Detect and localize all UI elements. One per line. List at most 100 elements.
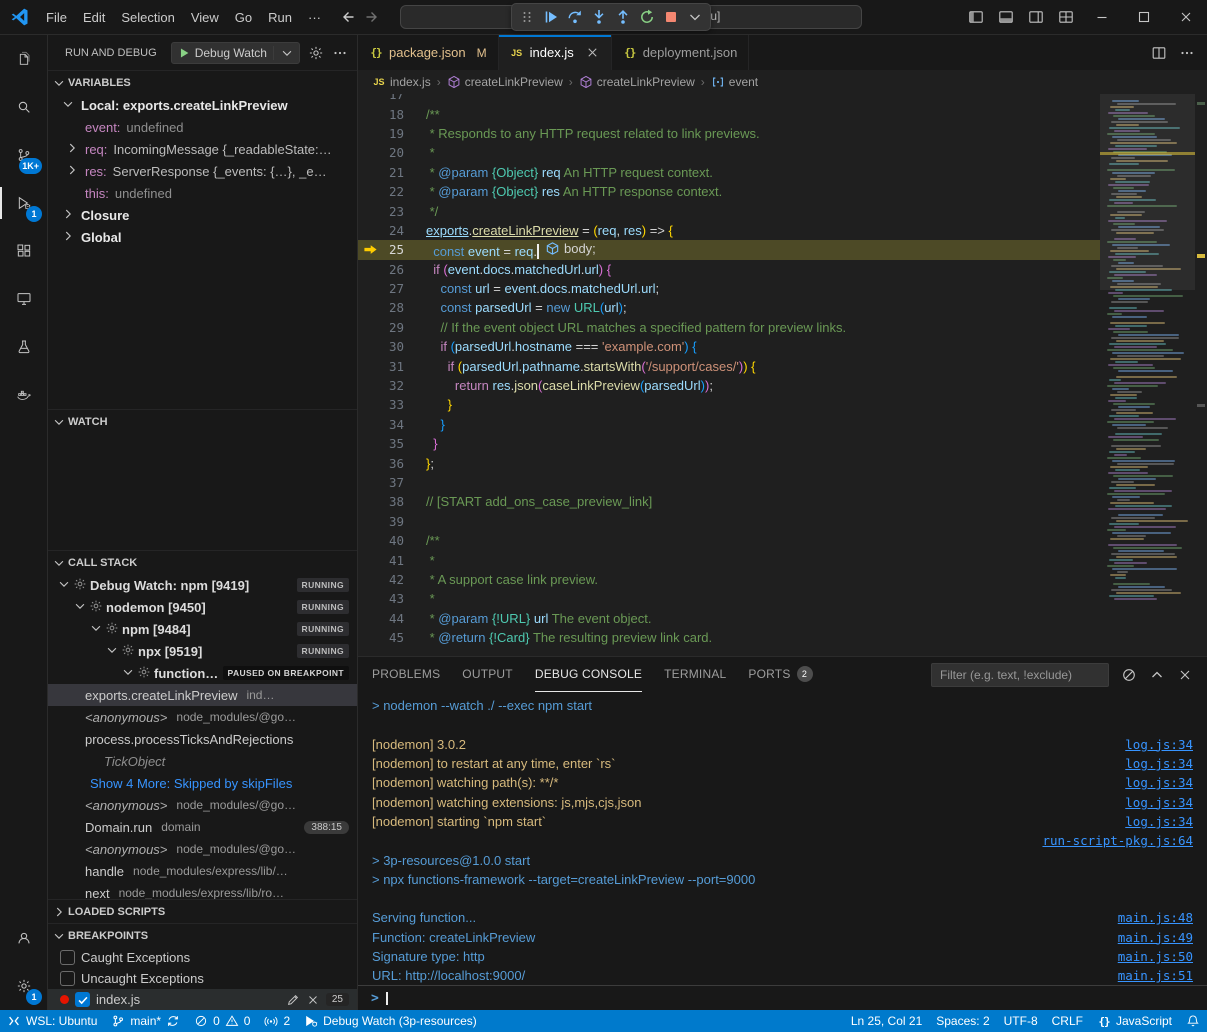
source-link[interactable]: log.js:34 [1125, 814, 1193, 829]
toggle-secondary-sidebar-icon[interactable] [1028, 9, 1044, 25]
twistie-icon[interactable] [105, 643, 119, 657]
console-row[interactable]: > nodemon --watch ./ --exec npm start [358, 696, 1207, 715]
twistie-icon[interactable] [61, 97, 75, 111]
code-line-43[interactable]: 43 * [358, 589, 1100, 608]
code-line-27[interactable]: 27 const url = event.docs.matchedUrl.url… [358, 279, 1100, 298]
forward-icon[interactable] [365, 9, 381, 25]
twistie-icon[interactable] [121, 665, 135, 679]
code-line-29[interactable]: 29 // If the event object URL matches a … [358, 318, 1100, 337]
code-line-19[interactable]: 19 * Responds to any HTTP request relate… [358, 124, 1100, 143]
twistie-icon[interactable] [65, 163, 79, 177]
section-header-call-stack[interactable]: CALL STACK [48, 550, 357, 574]
menu-item-edit[interactable]: Edit [75, 7, 113, 28]
status-indentation[interactable]: Spaces: 2 [929, 1010, 996, 1032]
code-line-34[interactable]: 34 } [358, 415, 1100, 434]
call-stack-frame[interactable]: Show 4 More: Skipped by skipFiles [48, 772, 357, 794]
remove-breakpoint-icon[interactable] [306, 993, 320, 1007]
call-stack-frame[interactable]: <anonymous>node_modules/@go… [48, 838, 357, 860]
twistie-icon[interactable] [57, 577, 71, 591]
code-line-37[interactable]: 37 [358, 473, 1100, 492]
status-debug-session[interactable]: Debug Watch (3p-resources) [297, 1010, 484, 1032]
skipped-frames-link[interactable]: Show 4 More: Skipped by skipFiles [90, 776, 292, 791]
panel-tab-ports[interactable]: PORTS2 [748, 657, 812, 692]
menu-item-run[interactable]: Run [260, 7, 300, 28]
activity-explorer[interactable] [0, 35, 47, 83]
console-row[interactable]: > npx functions-framework --target=creat… [358, 870, 1207, 889]
variable-row[interactable]: this:undefined [48, 182, 357, 204]
debug-stepOut-icon[interactable] [611, 6, 635, 28]
code-line-26[interactable]: 26 if (event.docs.matchedUrl.url) { [358, 260, 1100, 279]
code-line-21[interactable]: 21 * @param {Object} req An HTTP request… [358, 163, 1100, 182]
variable-row[interactable]: req:IncomingMessage {_readableState:… [48, 138, 357, 160]
breadcrumb-item[interactable]: createLinkPreview [447, 75, 563, 89]
console-row[interactable]: [nodemon] 3.0.2log.js:34 [358, 735, 1207, 754]
twistie-icon[interactable] [65, 141, 79, 155]
code-line-31[interactable]: 31 if (parsedUrl.pathname.startsWith('/s… [358, 356, 1100, 375]
debug-continue-icon[interactable] [539, 6, 563, 28]
breakpoint-row[interactable]: index.js25 [48, 989, 357, 1010]
call-stack-frame[interactable]: nextnode_modules/express/lib/ro… [48, 882, 357, 899]
source-link[interactable]: main.js:49 [1118, 930, 1193, 945]
code-line-44[interactable]: 44 * @param {!URL} url The event object. [358, 609, 1100, 628]
section-header-loaded-scripts[interactable]: LOADED SCRIPTS [48, 899, 357, 923]
status-eol[interactable]: CRLF [1045, 1010, 1090, 1032]
call-stack-session[interactable]: nodemon [9450]RUNNING [48, 596, 357, 618]
source-link[interactable]: main.js:50 [1118, 949, 1193, 964]
source-link[interactable]: main.js:51 [1118, 968, 1193, 983]
breakpoint-row[interactable]: Uncaught Exceptions [48, 968, 357, 989]
tab-deployment.json[interactable]: {}deployment.json [612, 35, 750, 70]
code-line-33[interactable]: 33 } [358, 395, 1100, 414]
status-notifications[interactable] [1179, 1010, 1207, 1032]
console-row[interactable]: Signature type: httpmain.js:50 [358, 947, 1207, 966]
breadcrumb-item[interactable]: event [711, 75, 758, 89]
source-link[interactable]: log.js:34 [1125, 795, 1193, 810]
status-encoding[interactable]: UTF-8 [997, 1010, 1045, 1032]
editor-more-icon[interactable] [1179, 45, 1195, 61]
toggle-sidebar-icon[interactable] [968, 9, 984, 25]
panel-tab-debug-console[interactable]: DEBUG CONSOLE [535, 657, 642, 692]
activity-remote-explorer[interactable] [0, 275, 47, 323]
customize-layout-icon[interactable] [1058, 9, 1074, 25]
breakpoint-row[interactable]: Caught Exceptions [48, 947, 357, 968]
source-link[interactable]: run-script-pkg.js:64 [1042, 833, 1193, 848]
call-stack-frame[interactable]: process.processTicksAndRejections [48, 728, 357, 750]
status-language-mode[interactable]: {}JavaScript [1090, 1010, 1179, 1032]
variable-row[interactable]: Local: exports.createLinkPreview [48, 94, 357, 116]
code-line-36[interactable]: 36}; [358, 453, 1100, 472]
breakpoint-checkbox[interactable] [60, 971, 75, 986]
console-row[interactable]: [nodemon] to restart at any time, enter … [358, 754, 1207, 773]
code-area[interactable]: 1718/**19 * Responds to any HTTP request… [358, 94, 1100, 656]
status-git-branch[interactable]: main* [104, 1010, 187, 1032]
console-row[interactable]: Function: createLinkPreviewmain.js:49 [358, 928, 1207, 947]
call-stack-session[interactable]: npx [9519]RUNNING [48, 640, 357, 662]
debug-gear-icon[interactable] [308, 45, 324, 61]
call-stack-frame[interactable]: <anonymous>node_modules/@go… [48, 706, 357, 728]
toggle-panel-icon[interactable] [998, 9, 1014, 25]
call-stack-frame[interactable]: <anonymous>node_modules/@go… [48, 794, 357, 816]
minimap[interactable] [1100, 94, 1195, 656]
call-stack-frame[interactable]: Domain.rundomain388:15 [48, 816, 357, 838]
menu-item-view[interactable]: View [183, 7, 227, 28]
status-remote-host[interactable]: WSL: Ubuntu [0, 1010, 104, 1032]
variable-row[interactable]: Closure [48, 204, 357, 226]
code-line-17[interactable]: 17 [358, 94, 1100, 104]
breakpoint-checkbox[interactable] [60, 950, 75, 965]
variable-row[interactable]: event:undefined [48, 116, 357, 138]
call-stack-frame[interactable]: exports.createLinkPreviewind… [48, 684, 357, 706]
console-row[interactable]: > 3p-resources@1.0.0 start [358, 850, 1207, 869]
tab-index.js[interactable]: JSindex.js [499, 35, 612, 70]
debug-console-input[interactable]: > [358, 985, 1207, 1010]
overview-ruler[interactable] [1195, 94, 1207, 656]
chevron-down-icon[interactable] [280, 46, 294, 60]
code-line-38[interactable]: 38// [START add_ons_case_preview_link] [358, 492, 1100, 511]
activity-testing[interactable] [0, 323, 47, 371]
console-row[interactable] [358, 715, 1207, 734]
code-line-35[interactable]: 35 } [358, 434, 1100, 453]
debug-stepOver-icon[interactable] [563, 6, 587, 28]
code-line-39[interactable]: 39 [358, 512, 1100, 531]
call-stack-session[interactable]: npm [9484]RUNNING [48, 618, 357, 640]
code-line-23[interactable]: 23 */ [358, 201, 1100, 220]
console-row[interactable] [358, 889, 1207, 908]
status-problems[interactable]: 00 [187, 1010, 257, 1032]
console-row[interactable]: [nodemon] starting `npm start`log.js:34 [358, 812, 1207, 831]
